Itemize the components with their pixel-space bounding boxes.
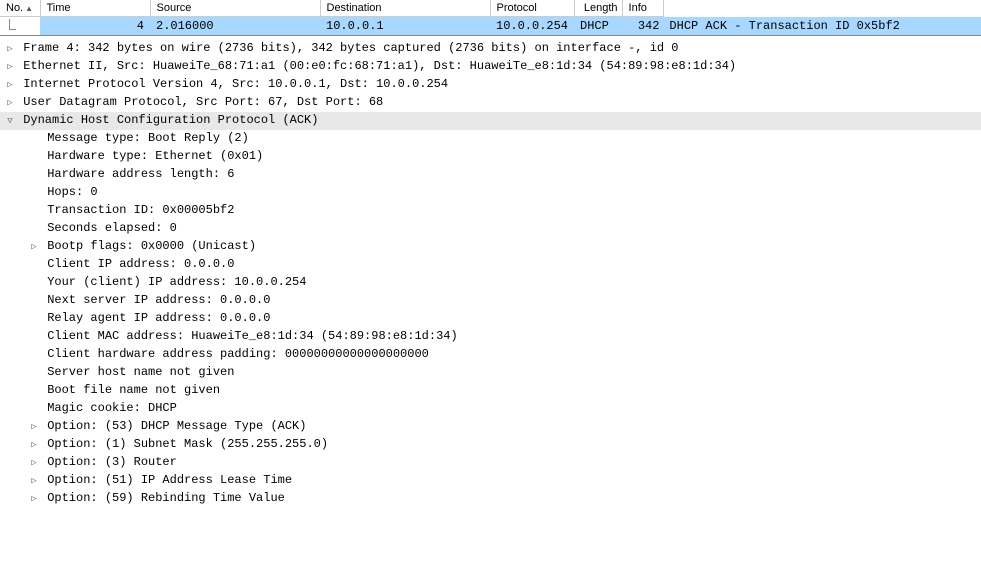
cell-time: 2.016000 [150, 17, 320, 36]
detail-opt59[interactable]: ▷ Option: (59) Rebinding Time Value [0, 490, 981, 508]
expand-icon[interactable]: ▷ [4, 41, 16, 58]
detail-dhcp-header[interactable]: ▽ Dynamic Host Configuration Protocol (A… [0, 112, 981, 130]
detail-udp[interactable]: ▷ User Datagram Protocol, Src Port: 67, … [0, 94, 981, 112]
packet-list-header[interactable]: No.▲ Time Source Destination Protocol Le… [0, 0, 981, 17]
cell-info: DHCP ACK - Transaction ID 0x5bf2 [663, 17, 981, 36]
col-header-length[interactable]: Length [574, 0, 622, 17]
col-header-destination[interactable]: Destination [320, 0, 490, 17]
expand-icon[interactable]: ▷ [28, 437, 40, 454]
expand-icon[interactable]: ▷ [4, 95, 16, 112]
sort-asc-icon: ▲ [25, 4, 33, 13]
detail-opt1[interactable]: ▷ Option: (1) Subnet Mask (255.255.255.0… [0, 436, 981, 454]
cell-length: 342 [622, 17, 663, 36]
expand-icon[interactable]: ▷ [4, 77, 16, 94]
cell-protocol: DHCP [574, 17, 622, 36]
packet-row[interactable]: 4 2.016000 10.0.0.1 10.0.0.254 DHCP 342 … [0, 17, 981, 36]
detail-bootp-flags[interactable]: ▷ Bootp flags: 0x0000 (Unicast) [0, 238, 981, 256]
detail-host-name[interactable]: · Server host name not given [0, 364, 981, 382]
detail-padding[interactable]: · Client hardware address padding: 00000… [0, 346, 981, 364]
detail-relay[interactable]: · Relay agent IP address: 0.0.0.0 [0, 310, 981, 328]
expand-icon[interactable]: ▷ [28, 455, 40, 472]
expand-icon[interactable]: ▷ [4, 59, 16, 76]
detail-opt53[interactable]: ▷ Option: (53) DHCP Message Type (ACK) [0, 418, 981, 436]
detail-seconds[interactable]: · Seconds elapsed: 0 [0, 220, 981, 238]
detail-client-mac[interactable]: · Client MAC address: HuaweiTe_e8:1d:34 … [0, 328, 981, 346]
detail-client-ip[interactable]: · Client IP address: 0.0.0.0 [0, 256, 981, 274]
col-header-source[interactable]: Source [150, 0, 320, 17]
packet-list-table[interactable]: No.▲ Time Source Destination Protocol Le… [0, 0, 981, 35]
packet-details-pane[interactable]: ▷ Frame 4: 342 bytes on wire (2736 bits)… [0, 35, 981, 508]
cell-no: 4 [40, 17, 150, 36]
detail-magic[interactable]: · Magic cookie: DHCP [0, 400, 981, 418]
detail-ip[interactable]: ▷ Internet Protocol Version 4, Src: 10.0… [0, 76, 981, 94]
expand-icon[interactable]: ▷ [28, 491, 40, 508]
cell-destination: 10.0.0.254 [490, 17, 574, 36]
detail-hops[interactable]: · Hops: 0 [0, 184, 981, 202]
col-header-no[interactable]: No.▲ [0, 0, 40, 17]
detail-opt3[interactable]: ▷ Option: (3) Router [0, 454, 981, 472]
detail-trans-id[interactable]: · Transaction ID: 0x00005bf2 [0, 202, 981, 220]
col-header-protocol[interactable]: Protocol [490, 0, 574, 17]
detail-boot-file[interactable]: · Boot file name not given [0, 382, 981, 400]
expand-icon[interactable]: ▷ [28, 239, 40, 256]
detail-msg-type[interactable]: · Message type: Boot Reply (2) [0, 130, 981, 148]
expand-icon[interactable]: ▷ [28, 473, 40, 490]
col-header-time[interactable]: Time [40, 0, 150, 17]
detail-hw-addr-len[interactable]: · Hardware address length: 6 [0, 166, 981, 184]
detail-hw-type[interactable]: · Hardware type: Ethernet (0x01) [0, 148, 981, 166]
col-header-info[interactable]: Info [622, 0, 663, 17]
detail-next-srv[interactable]: · Next server IP address: 0.0.0.0 [0, 292, 981, 310]
detail-opt51[interactable]: ▷ Option: (51) IP Address Lease Time [0, 472, 981, 490]
detail-frame[interactable]: ▷ Frame 4: 342 bytes on wire (2736 bits)… [0, 40, 981, 58]
detail-your-ip[interactable]: · Your (client) IP address: 10.0.0.254 [0, 274, 981, 292]
detail-ethernet[interactable]: ▷ Ethernet II, Src: HuaweiTe_68:71:a1 (0… [0, 58, 981, 76]
expand-icon[interactable]: ▷ [28, 419, 40, 436]
cell-source: 10.0.0.1 [320, 17, 490, 36]
collapse-icon[interactable]: ▽ [4, 113, 16, 130]
